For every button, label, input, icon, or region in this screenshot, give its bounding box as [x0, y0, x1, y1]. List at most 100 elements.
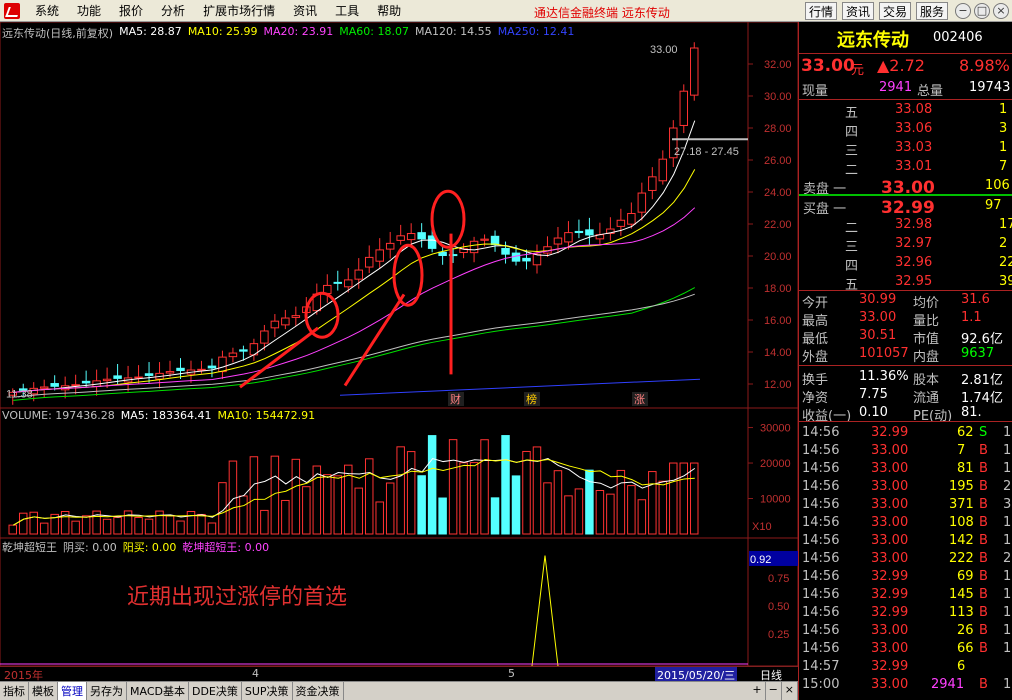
menu-tools[interactable]: 工具 [326, 2, 368, 19]
tick-volume: 113 [949, 605, 974, 620]
tab-manage[interactable]: 管理 [58, 682, 87, 700]
candle-body [71, 384, 80, 387]
minimize-button[interactable]: − [955, 3, 971, 19]
legend-indicator-name: 乾坤超短王 [2, 541, 57, 554]
candle-body [679, 90, 689, 126]
volume-bar [669, 462, 678, 535]
stat-value: 81. [961, 405, 982, 420]
tab-news[interactable]: 资讯 [842, 2, 874, 20]
maximize-button[interactable]: □ [974, 3, 990, 19]
ask-level-label: 五 [845, 106, 859, 121]
volume-bar [165, 515, 175, 535]
candle-body [281, 317, 290, 326]
candle-body [375, 249, 384, 262]
kline-chart-area[interactable]: 32.00 30.00 28.00 26.00 24.00 22.00 20.00 18.00… [0, 22, 798, 666]
stat-label: 净资 [802, 391, 829, 406]
volume-bar [18, 512, 28, 535]
tick-time: 14:56 [802, 497, 840, 512]
quote-panel: 远东传动 002406 33.00 元 ▲2.72 8.98% 现量 2941 … [798, 22, 1012, 700]
tick-count: 2 [1003, 551, 1012, 566]
bid-price: 32.97 [895, 236, 933, 251]
tick-row: 14:57 32.99 6 [799, 659, 1012, 677]
tab-dde[interactable]: DDE决策 [189, 682, 242, 700]
tick-time: 14:57 [802, 659, 840, 674]
date-axis-april: 4 [252, 667, 259, 680]
legend-vol-ma5: MA5: 183364.41 [120, 409, 212, 422]
bid-volume: 2 [999, 236, 1008, 251]
tick-volume: 108 [949, 515, 974, 530]
tick-count: 1 [1003, 641, 1012, 656]
tick-count: 1 [1003, 443, 1012, 458]
bid-row: 买盘 一 32.99 97 [799, 198, 1012, 218]
zoom-in-button[interactable]: + [749, 682, 766, 700]
candle-body [585, 229, 594, 236]
close-panel-button[interactable]: × [782, 682, 798, 700]
tick-row: 14:56 33.00 142 B 1 [799, 533, 1012, 551]
tab-service[interactable]: 服务 [916, 2, 948, 20]
price-tick-label: 18.00 [764, 283, 792, 295]
stat-row: 换手 11.36% 股本 2.81亿 [799, 369, 1012, 388]
volume-bar [648, 471, 657, 535]
menu-function[interactable]: 功能 [68, 2, 110, 19]
volume-bar [585, 469, 594, 535]
volume-bar [323, 474, 332, 535]
menu-analysis[interactable]: 分析 [152, 2, 194, 19]
tick-time: 14:56 [802, 641, 840, 656]
tick-price: 33.00 [871, 443, 909, 458]
price-tick-label: 14.00 [764, 347, 792, 359]
tab-indicator[interactable]: 指标 [0, 682, 29, 700]
stat-row: 最高 33.00 量比 1.1 [799, 310, 1012, 329]
last-price: 33.00 [801, 56, 855, 76]
tick-time: 14:56 [802, 569, 840, 584]
menu-help[interactable]: 帮助 [368, 2, 410, 19]
close-button[interactable]: × [993, 3, 1009, 19]
volume-bar [71, 520, 80, 535]
volume-bar [260, 509, 269, 535]
menu-bar: 系统 功能 报价 分析 扩展市场行情 资讯 工具 帮助 通达信金融终端 远东传动… [0, 0, 1012, 22]
legend-ma60: MA60: 18.07 [339, 25, 409, 38]
tick-row: 14:56 32.99 69 B 1 [799, 569, 1012, 587]
tab-trade[interactable]: 交易 [879, 2, 911, 20]
tab-fund[interactable]: 资金决策 [293, 682, 344, 700]
volume-bar [123, 510, 133, 535]
menu-quote[interactable]: 报价 [110, 2, 152, 19]
tick-direction: B [979, 551, 988, 566]
menu-system[interactable]: 系统 [26, 2, 68, 19]
tab-template[interactable]: 模板 [29, 682, 58, 700]
now-vol-value: 2941 [879, 80, 913, 95]
divider [799, 53, 1012, 54]
price-tick-label: 32.00 [764, 59, 792, 71]
stat-value: 0.10 [859, 405, 888, 420]
zoom-out-button[interactable]: − [766, 682, 782, 700]
kline-chart-canvas[interactable]: 32.00 30.00 28.00 26.00 24.00 22.00 20.00 18.00… [0, 22, 798, 666]
volume-bar [144, 518, 154, 535]
price-change: ▲2.72 [877, 56, 925, 75]
divider [799, 421, 1012, 422]
tab-sup[interactable]: SUP决策 [242, 682, 293, 700]
tick-direction: B [979, 479, 988, 494]
tab-save-as[interactable]: 另存为 [87, 682, 127, 700]
tick-price: 32.99 [871, 659, 909, 674]
menu-news[interactable]: 资讯 [284, 2, 326, 19]
tab-market[interactable]: 行情 [805, 2, 837, 20]
volume-bar [438, 497, 447, 535]
candle-body [113, 375, 122, 379]
highlight-ellipse [392, 243, 424, 307]
volume-bar [459, 462, 468, 535]
bid-volume: 22 [999, 255, 1012, 270]
tick-price: 33.00 [871, 551, 909, 566]
tick-direction: B [979, 677, 988, 692]
divider [799, 290, 1012, 291]
tick-direction: B [979, 443, 988, 458]
tab-macd[interactable]: MACD基本 [127, 682, 189, 700]
tick-row: 14:56 32.99 62 S 1 [799, 425, 1012, 443]
candle-body [81, 380, 91, 384]
stat-label: 市值 [913, 332, 940, 347]
menu-extended-market[interactable]: 扩展市场行情 [194, 2, 284, 19]
ask-price: 33.08 [895, 102, 933, 117]
bid-row: 三 32.97 2 [799, 236, 1012, 255]
date-axis-may: 5 [508, 667, 515, 680]
stat-label: 流通 [913, 391, 940, 406]
legend-indicator-value: 乾坤超短王: 0.00 [182, 541, 270, 554]
bid-price: 32.98 [895, 217, 933, 232]
